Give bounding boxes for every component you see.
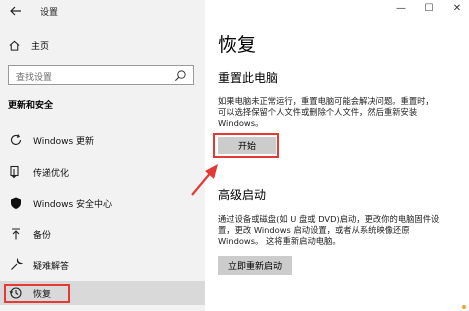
advanced-description-line: 置，更改 Windows 启动设置，或者从系统映像还原 — [218, 225, 410, 235]
decorative-dot — [462, 305, 466, 309]
close-button[interactable]: ✕ — [445, 1, 469, 15]
shield-icon — [11, 197, 21, 209]
backup-arrow-icon — [12, 228, 20, 240]
annotation-arrow-icon — [191, 164, 218, 196]
advanced-description-line: Windows。 这将重新启动电脑。 — [218, 236, 341, 246]
restart-now-button[interactable]: 立即重新启动 — [218, 256, 292, 275]
sidebar-item-label: Windows 更新 — [33, 137, 95, 147]
delivery-optimization-icon — [10, 165, 19, 179]
sidebar-item-label: 疑难解答 — [33, 262, 70, 272]
sidebar-item-label: 传递优化 — [33, 169, 70, 179]
sidebar-home-label: 主页 — [31, 41, 50, 52]
advanced-description-line: 通过设备或磁盘(如 U 盘或 DVD)启动，更改你的电脑固件设 — [218, 214, 440, 224]
reset-description-line: Windows。 — [218, 118, 264, 128]
sidebar-item-security-center[interactable]: Windows 安全中心 — [0, 191, 205, 215]
back-button[interactable] — [8, 3, 24, 19]
back-arrow-icon — [10, 6, 21, 16]
sidebar-item-label: 备份 — [33, 231, 52, 241]
sidebar-item-windows-update[interactable]: Windows 更新 — [0, 128, 205, 152]
minimize-button[interactable]: — — [389, 1, 413, 15]
maximize-button[interactable]: ☐ — [417, 1, 441, 15]
sidebar-item-backup[interactable]: 备份 — [0, 222, 205, 246]
sidebar-item-delivery-optimization[interactable]: 传递优化 — [0, 160, 205, 184]
window-title: 设置 — [40, 8, 59, 18]
refresh-icon — [10, 134, 22, 145]
wrench-icon — [11, 258, 23, 270]
sidebar-home[interactable]: 主页 — [8, 37, 188, 53]
sidebar-item-label: Windows 安全中心 — [33, 200, 113, 210]
close-icon: ✕ — [452, 2, 462, 14]
home-icon — [9, 40, 20, 51]
search-input[interactable]: 查找设置 — [8, 65, 194, 85]
reset-description-line: 可以选择保留个人文件或删除个人文件，然后重新安装 — [218, 107, 418, 117]
sidebar: 设置 主页 查找设置 更新和安全 Windows 更新 传递优化 Windows… — [0, 0, 205, 311]
search-placeholder: 查找设置 — [16, 73, 53, 83]
page-title: 恢复 — [218, 34, 257, 56]
highlight-box-recovery — [4, 284, 70, 303]
reset-heading: 重置此电脑 — [218, 71, 279, 85]
minimize-icon: — — [396, 2, 406, 14]
highlight-box-start — [213, 133, 279, 158]
maximize-icon: ☐ — [424, 2, 434, 14]
reset-description-line: 如果电脑未正常运行，重置电脑可能会解决问题。重置时， — [218, 96, 434, 106]
sidebar-item-troubleshoot[interactable]: 疑难解答 — [0, 253, 205, 277]
section-title: 更新和安全 — [8, 101, 54, 111]
search-icon[interactable] — [174, 69, 187, 82]
advanced-startup-heading: 高级启动 — [218, 188, 267, 202]
